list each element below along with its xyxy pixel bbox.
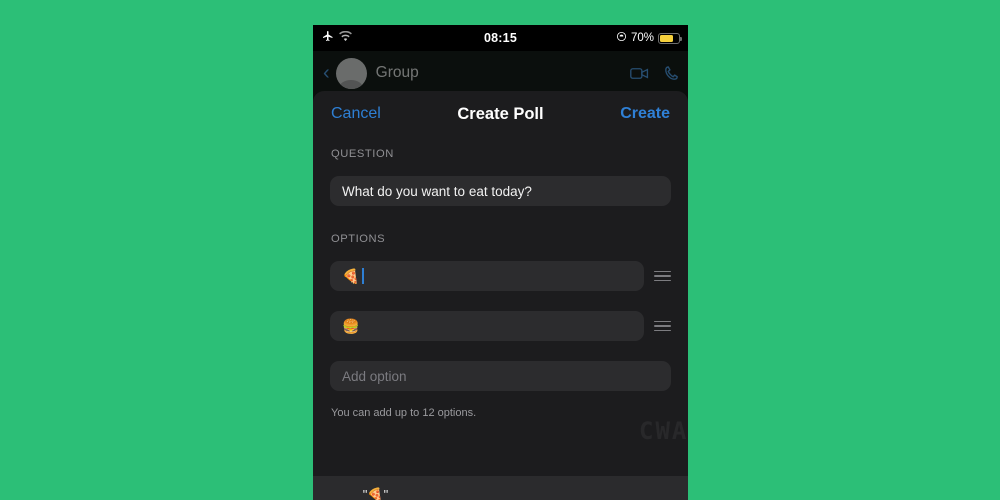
question-input[interactable]: What do you want to eat today?: [330, 176, 671, 206]
options-limit-note: You can add up to 12 options.: [331, 407, 477, 419]
question-section-label: QUESTION: [331, 148, 394, 160]
ios-keyboard: "🍕": [313, 476, 688, 500]
rotation-lock-icon: [616, 31, 627, 45]
status-bar: 08:15 70%: [313, 25, 688, 51]
option-row: 🍔: [330, 311, 671, 341]
add-option-input[interactable]: Add option: [330, 361, 671, 391]
create-poll-modal: Cancel Create Poll Create QUESTION What …: [313, 91, 688, 500]
pizza-emoji: 🍕: [342, 268, 360, 284]
modal-navigation-bar: Cancel Create Poll Create: [313, 91, 688, 137]
cancel-button[interactable]: Cancel: [331, 105, 381, 123]
drag-handle-icon[interactable]: [654, 320, 671, 332]
back-chevron-icon[interactable]: ‹: [323, 63, 330, 83]
hamburger-emoji: 🍔: [342, 318, 360, 334]
phone-screenshot: 08:15 70% ‹ Group Cancel Create Poll Cre…: [313, 25, 688, 500]
group-avatar[interactable]: [335, 57, 367, 89]
prediction-1[interactable]: "🍕": [313, 487, 438, 500]
predictive-text-bar: "🍕": [313, 476, 688, 500]
chat-header: ‹ Group: [313, 51, 688, 95]
drag-handle-icon[interactable]: [654, 270, 671, 282]
option-input-2[interactable]: 🍔: [330, 311, 644, 341]
create-button[interactable]: Create: [620, 105, 670, 123]
status-bar-right: 70%: [616, 31, 682, 45]
option-row: 🍕: [330, 261, 671, 291]
video-call-icon[interactable]: [630, 67, 649, 80]
chat-title: Group: [375, 64, 419, 81]
option-input-1[interactable]: 🍕: [330, 261, 644, 291]
text-caret: [362, 268, 365, 284]
battery-icon: [658, 32, 682, 44]
battery-percent-label: 70%: [630, 32, 654, 44]
options-section-label: OPTIONS: [331, 233, 386, 245]
voice-call-icon[interactable]: [665, 65, 678, 81]
